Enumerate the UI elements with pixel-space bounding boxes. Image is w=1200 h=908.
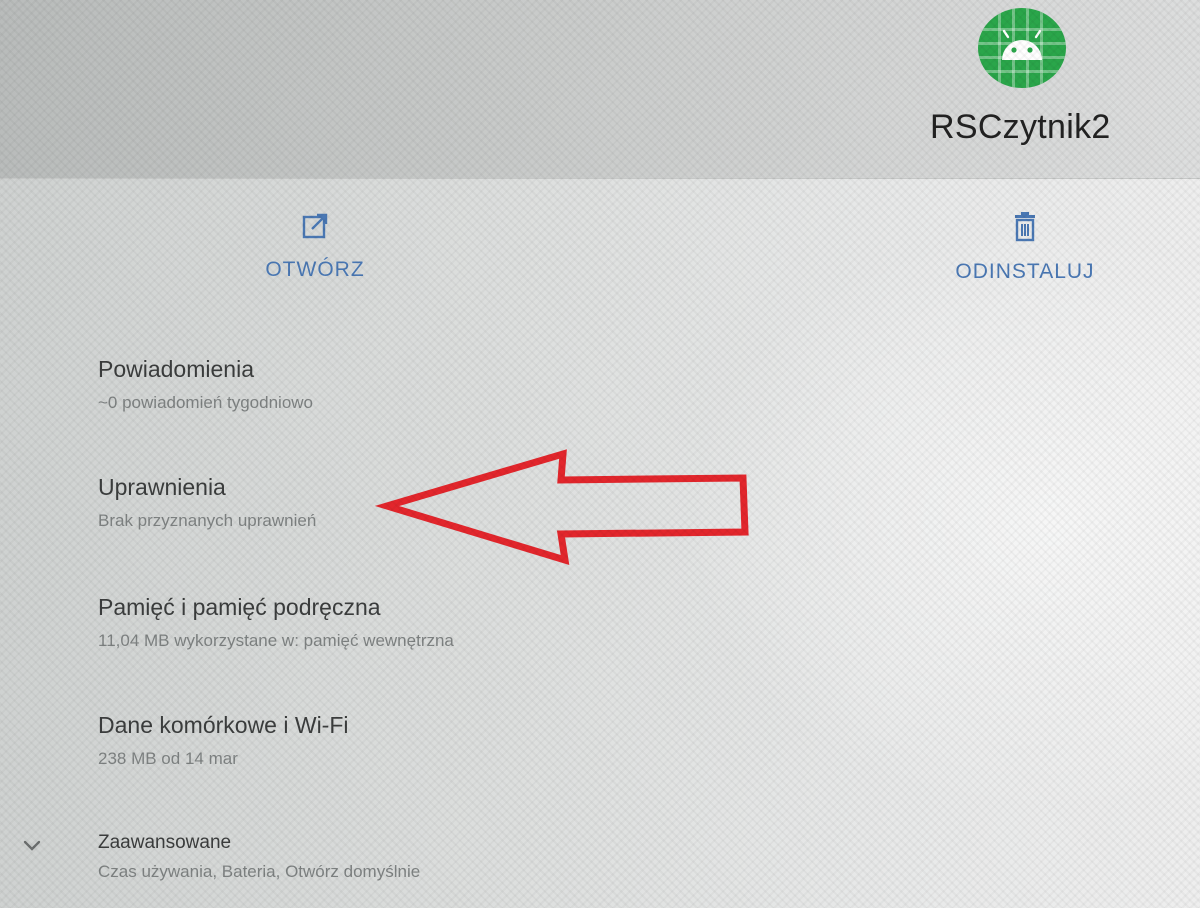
mobile-data-item[interactable]: Dane komórkowe i Wi-Fi 238 MB od 14 mar [98,712,349,769]
open-button-label: OTWÓRZ [265,258,365,281]
open-button[interactable]: OTWÓRZ [255,212,375,282]
storage-item[interactable]: Pamięć i pamięć podręczna 11,04 MB wykor… [98,594,454,651]
open-external-icon [255,212,375,246]
advanced-subtitle: Czas używania, Bateria, Otwórz domyślnie [98,862,421,881]
storage-subtitle: 11,04 MB wykorzystane w: pamięć wewnętrz… [98,631,454,650]
permissions-item[interactable]: Uprawnienia Brak przyznanych uprawnień [98,474,316,531]
red-arrow-annotation [374,440,755,575]
mobile-data-subtitle: 238 MB od 14 mar [98,749,238,768]
app-header: RSCzytnik2 [0,0,1200,179]
app-name: RSCzytnik2 [930,108,1111,146]
chevron-down-icon[interactable] [22,838,42,857]
trash-icon [940,212,1110,248]
app-info-screen: RSCzytnik2 OTWÓRZ ODINSTALUJ Powiadomien… [0,0,1200,908]
advanced-item[interactable]: Zaawansowane Czas używania, Bateria, Otw… [98,832,420,882]
permissions-subtitle: Brak przyznanych uprawnień [98,511,317,530]
permissions-title: Uprawnienia [98,474,226,500]
notifications-title: Powiadomienia [98,356,254,382]
storage-title: Pamięć i pamięć podręczna [98,594,381,620]
android-robot-icon [978,8,1066,88]
mobile-data-title: Dane komórkowe i Wi-Fi [98,712,349,738]
uninstall-button[interactable]: ODINSTALUJ [940,212,1110,284]
notifications-item[interactable]: Powiadomienia ~0 powiadomień tygodniowo [98,356,313,413]
uninstall-button-label: ODINSTALUJ [955,260,1095,283]
advanced-title: Zaawansowane [98,832,232,853]
notifications-subtitle: ~0 powiadomień tygodniowo [98,393,314,412]
